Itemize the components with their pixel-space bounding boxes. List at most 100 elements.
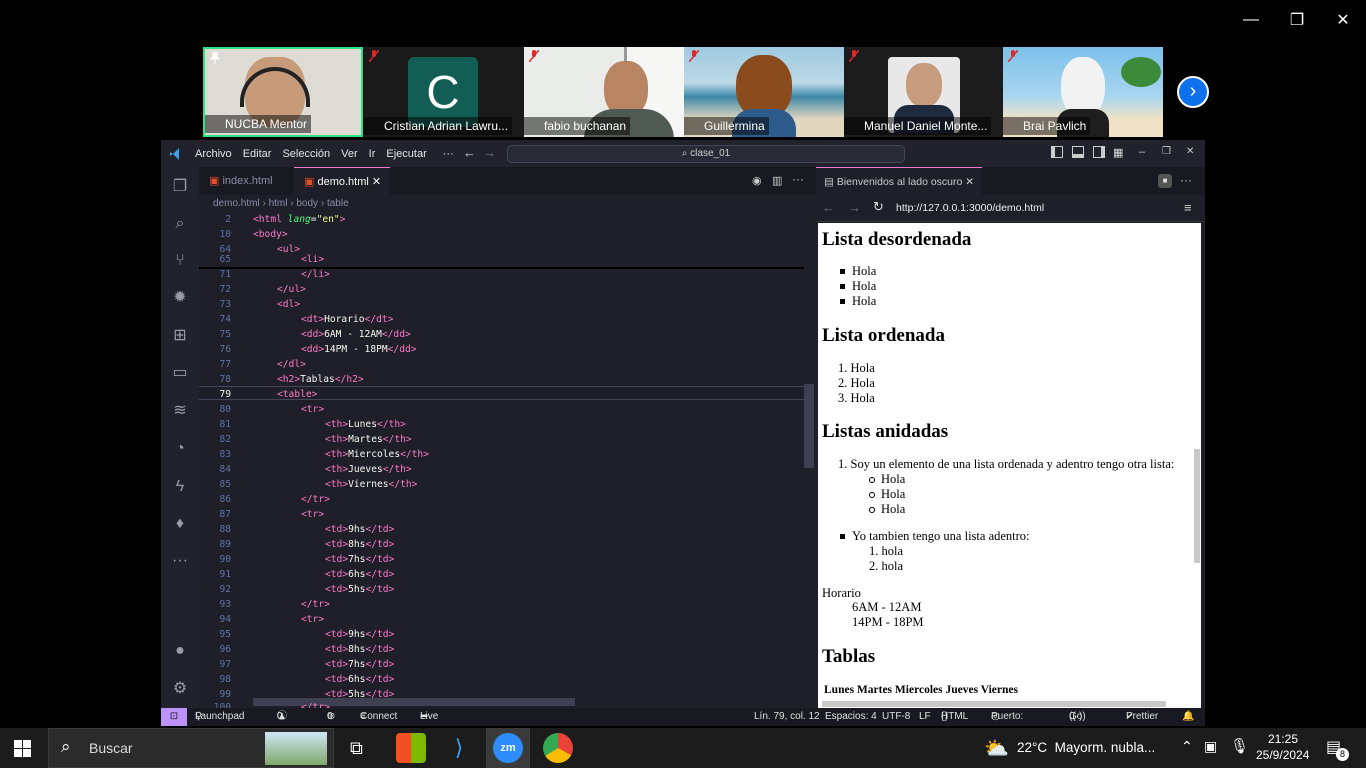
restore-icon[interactable]: ❐ [1162, 146, 1171, 157]
video-tile-6[interactable]: Brai Pavlich [1003, 47, 1163, 137]
indentation[interactable]: Espacios: 4 [825, 708, 877, 726]
layout-sidebar-icon[interactable] [1051, 146, 1063, 158]
minimize-button[interactable]: — [1236, 6, 1266, 34]
layout-customize-icon[interactable]: ▦ [1113, 146, 1123, 159]
code-line[interactable]: </ul> [277, 284, 306, 295]
close-icon[interactable]: ✕ [1186, 146, 1194, 157]
code-line[interactable]: <th>Viernes</th> [325, 479, 417, 490]
vscode-taskbar-icon[interactable]: ⟩ [444, 733, 474, 763]
thunder-icon[interactable]: ϟ [170, 477, 190, 497]
code-line[interactable]: </tr> [301, 494, 330, 505]
code-line[interactable]: <th>Lunes</th> [325, 419, 406, 430]
code-line[interactable]: <tr> [301, 404, 324, 415]
reload-icon[interactable]: ↻ [873, 199, 884, 215]
code-line[interactable]: </dl> [277, 359, 306, 370]
close-tab-icon[interactable]: ✕ [965, 176, 974, 188]
network-icon[interactable]: ▣ [1204, 738, 1217, 755]
taskbar-search[interactable]: ⌕ Buscar [48, 728, 334, 768]
code-line[interactable]: </li> [301, 269, 330, 280]
encoding[interactable]: UTF-8 [882, 708, 910, 726]
clock-time[interactable]: 21:25 [1268, 732, 1298, 746]
url-input[interactable]: http://127.0.0.1:3000/demo.html [896, 202, 1044, 214]
code-line[interactable]: <ul> [277, 244, 300, 255]
layout-panel-icon[interactable] [1072, 146, 1084, 158]
remote-explorer-icon[interactable]: ▭ [170, 363, 190, 383]
forward-icon[interactable]: → [848, 200, 861, 215]
gitlens-icon[interactable]: ◔ [170, 439, 190, 459]
task-view-icon[interactable]: ⧉ [350, 738, 363, 759]
account-icon[interactable]: ● [170, 641, 190, 661]
breadcrumb-body[interactable]: body [296, 198, 318, 209]
layout-secondary-icon[interactable] [1093, 146, 1105, 158]
microsoft-store-icon[interactable] [396, 733, 426, 763]
code-line[interactable]: <th>Martes</th> [325, 434, 412, 445]
forward-arrow-icon[interactable]: → [483, 145, 496, 160]
explorer-icon[interactable]: ❐ [170, 177, 190, 197]
menu-ejecutar[interactable]: Ejecutar [386, 148, 426, 160]
more-actions-icon[interactable]: ··· [792, 172, 804, 186]
remote-indicator[interactable]: ⊡ [161, 708, 187, 726]
more-icon[interactable]: ··· [170, 551, 190, 571]
menu-editar[interactable]: Editar [243, 148, 272, 160]
code-line[interactable]: </tr> [301, 599, 330, 610]
video-tile-4[interactable]: Guillermina [684, 47, 844, 137]
scrollbar[interactable] [804, 384, 814, 468]
code-line[interactable]: <td>5hs</td> [325, 584, 394, 595]
code-line[interactable]: <th>Jueves</th> [325, 464, 412, 475]
preview-tab[interactable]: ▤ Bienvenidos al lado oscuro ✕ [816, 167, 982, 195]
code-line[interactable]: <td>8hs</td> [325, 539, 394, 550]
more-actions-icon[interactable]: ··· [1180, 173, 1192, 187]
menu-ver[interactable]: Ver [341, 148, 358, 160]
bell-icon[interactable]: 🔔 [1182, 708, 1194, 726]
close-button[interactable]: ✕ [1328, 6, 1358, 34]
source-control-icon[interactable]: ⑂ [170, 251, 190, 271]
code-line[interactable]: <td>6hs</td> [325, 674, 394, 685]
code-line[interactable]: <dl> [277, 299, 300, 310]
restore-button[interactable]: ❐ [1282, 6, 1312, 34]
chevron-up-icon[interactable]: ⌃ [1181, 738, 1193, 755]
open-preview-icon[interactable]: ◉ [752, 174, 762, 187]
windows-start-icon[interactable] [14, 740, 31, 757]
code-line[interactable]: <td>9hs</td> [325, 524, 394, 535]
code-line[interactable]: <th>Miercoles</th> [325, 449, 429, 460]
clock-date[interactable]: 25/9/2024 [1256, 748, 1309, 762]
code-line[interactable]: <tr> [301, 509, 324, 520]
lock-icon[interactable]: ■ [1158, 174, 1172, 188]
breadcrumb-html[interactable]: html [269, 198, 288, 209]
code-line[interactable]: <dd>6AM - 12AM</dd> [301, 329, 411, 340]
mongodb-leaf-icon[interactable]: ♦ [170, 514, 190, 534]
code-line[interactable]: <td>6hs</td> [325, 569, 394, 580]
close-tab-icon[interactable]: ✕ [372, 176, 381, 188]
code-line[interactable]: <body> [253, 229, 288, 240]
chevron-right-icon[interactable]: › [1177, 76, 1209, 108]
video-tile-5[interactable]: Manuel Daniel Monte... [844, 47, 1004, 137]
minimize-icon[interactable]: – [1139, 146, 1145, 158]
code-line[interactable]: <td>8hs</td> [325, 644, 394, 655]
code-line[interactable]: <dt>Horario</dt> [301, 314, 393, 325]
menu-archivo[interactable]: Archivo [195, 148, 232, 160]
cursor-position[interactable]: Lín. 79, col. 12 [754, 708, 820, 726]
eol[interactable]: LF [919, 708, 931, 726]
video-tile-3[interactable]: fabio buchanan [524, 47, 684, 137]
extensions-icon[interactable]: ⊞ [170, 326, 190, 346]
code-line[interactable]: <td>5hs</td> [325, 689, 394, 700]
tab-index-html[interactable]: ▣ index.html [199, 167, 294, 195]
command-center-search[interactable]: ⌕ clase_01 [507, 145, 905, 163]
code-line[interactable]: <h2>Tablas</h2> [277, 374, 364, 385]
tab-demo-html[interactable]: ▣ demo.html ✕ [294, 167, 390, 195]
back-arrow-icon[interactable]: ← [463, 145, 476, 160]
code-line[interactable]: <td>7hs</td> [325, 659, 394, 670]
menu-seleccion[interactable]: Selección [282, 148, 330, 160]
code-editor[interactable]: 2 <html lang="en"> 10 <body> 64 <ul> 65 <li> 71 <… [199, 212, 816, 708]
code-line[interactable]: <td>7hs</td> [325, 554, 394, 565]
menu-ir[interactable]: Ir [369, 148, 376, 160]
volume-icon[interactable]: 🎙 [1230, 737, 1249, 755]
code-line[interactable]: <table> [277, 389, 317, 400]
docker-icon[interactable]: ≋ [170, 401, 190, 421]
code-line[interactable]: <dd>14PM - 18PM</dd> [301, 344, 417, 355]
search-icon[interactable]: ⌕ [170, 214, 190, 234]
gear-icon[interactable]: ⚙ [170, 679, 190, 699]
back-icon[interactable]: ← [822, 200, 835, 215]
code-line[interactable]: <li> [301, 254, 324, 265]
debug-icon[interactable]: ✹ [170, 288, 190, 308]
